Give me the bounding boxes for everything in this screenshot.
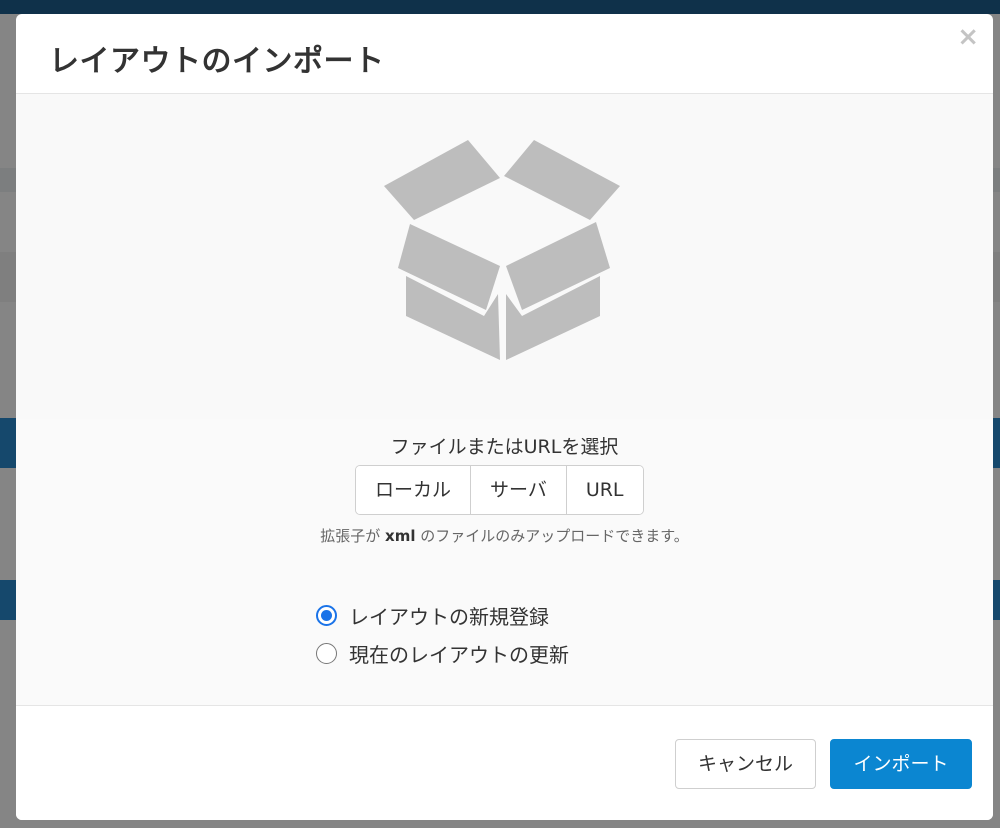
url-source-button[interactable]: URL [566, 466, 643, 514]
option-label: レイアウトの新規登録 [349, 605, 549, 629]
file-drop-area[interactable] [16, 94, 993, 419]
modal-body: ファイルまたはURLを選択 ローカル サーバ URL 拡張子が xml のファイ… [16, 94, 993, 705]
option-update-layout[interactable]: 現在のレイアウトの更新 [316, 639, 569, 668]
radio-button[interactable] [316, 605, 337, 626]
extension-note: 拡張子が xml のファイルのみアップロードできます。 [16, 525, 993, 546]
close-icon[interactable]: × [957, 24, 979, 50]
extension-note-suffix: のファイルのみアップロードできます。 [420, 527, 689, 545]
local-source-button[interactable]: ローカル [356, 466, 472, 514]
import-layout-dialog: レイアウトのインポート × ファイルまたはURLを選択 ローカル サーバ URL… [16, 14, 993, 820]
modal-footer: キャンセル インポート [16, 705, 993, 820]
choose-source-label: ファイルまたはURLを選択 [390, 436, 619, 458]
modal-header: レイアウトのインポート × [16, 14, 993, 94]
extension-name: xml [385, 527, 416, 545]
modal-title: レイアウトのインポート [49, 44, 385, 79]
server-source-button[interactable]: サーバ [471, 466, 567, 514]
import-button[interactable]: インポート [830, 739, 972, 789]
radio-button[interactable] [316, 643, 337, 664]
option-label: 現在のレイアウトの更新 [349, 643, 569, 667]
extension-note-prefix: 拡張子が [320, 527, 381, 545]
box-icon [384, 140, 620, 360]
cancel-button[interactable]: キャンセル [675, 739, 816, 789]
option-new-layout[interactable]: レイアウトの新規登録 [316, 601, 549, 630]
source-button-group: ローカル サーバ URL [355, 465, 644, 515]
